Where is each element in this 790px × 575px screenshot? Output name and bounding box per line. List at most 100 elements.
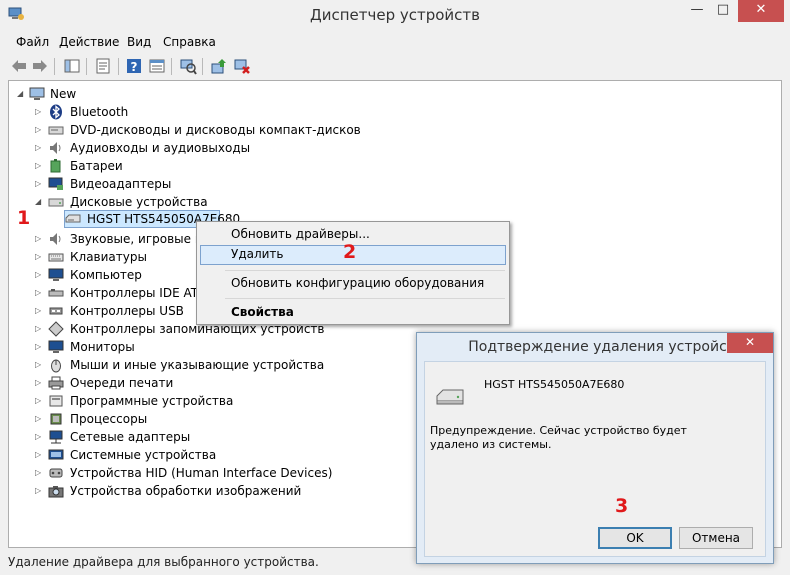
- tree-item-label: Компьютер: [70, 268, 142, 282]
- scan-hardware-icon[interactable]: [179, 57, 197, 75]
- hard-disk-icon: [436, 389, 464, 405]
- speaker-icon: [50, 142, 61, 154]
- expand-arrow-icon[interactable]: ▷: [35, 107, 43, 117]
- menu-item-update-driver[interactable]: Обновить драйверы...: [231, 227, 370, 241]
- expand-arrow-icon[interactable]: ▷: [35, 306, 43, 316]
- toolbar-separator: [171, 58, 172, 75]
- tree-item-label: Программные устройства: [70, 394, 234, 408]
- computer-icon: [48, 268, 64, 281]
- cancel-button[interactable]: Отмена: [679, 527, 753, 549]
- tree-item-label: DVD-дисководы и дисководы компакт-дисков: [70, 123, 361, 137]
- tree-item-label: Сетевые адаптеры: [70, 430, 191, 444]
- expand-arrow-icon[interactable]: ▷: [35, 450, 43, 460]
- mouse-icon: [51, 359, 61, 373]
- tree-item-label: Мониторы: [70, 340, 135, 354]
- system-device-icon: [48, 449, 64, 460]
- camera-icon: [48, 486, 64, 498]
- uninstall-icon[interactable]: [233, 57, 251, 75]
- keyboard-icon: [48, 253, 64, 262]
- menu-help[interactable]: Справка: [163, 35, 216, 49]
- network-adapter-icon: [49, 430, 63, 444]
- tree-item-label: Мыши и иные указывающие устройства: [70, 358, 325, 372]
- expand-arrow-icon[interactable]: ▷: [35, 270, 43, 280]
- expand-arrow-icon[interactable]: ▷: [35, 414, 43, 424]
- usb-icon: [49, 307, 63, 315]
- show-hide-tree-icon[interactable]: [63, 57, 81, 75]
- step-marker-3: 3: [615, 495, 629, 517]
- expand-arrow-icon[interactable]: ▷: [35, 468, 43, 478]
- hard-disk-icon: [65, 214, 81, 223]
- dialog-body: HGST HTS545050A7E680 Предупреждение. Сей…: [424, 361, 766, 557]
- expand-arrow-icon[interactable]: ▷: [35, 486, 43, 496]
- help-icon[interactable]: ?: [125, 57, 143, 75]
- dialog-device-name: HGST HTS545050A7E680: [484, 378, 625, 391]
- ok-button[interactable]: OK: [598, 527, 672, 549]
- confirm-uninstall-dialog: Подтверждение удаления устройства ✕ HGST…: [416, 332, 774, 564]
- expand-arrow-icon[interactable]: ▷: [35, 396, 43, 406]
- tree-item-label: Контроллеры USB: [70, 304, 184, 318]
- minimize-button[interactable]: —: [684, 0, 710, 22]
- expand-arrow-icon[interactable]: ▷: [35, 432, 43, 442]
- toolbar: ?: [8, 56, 782, 78]
- tree-item-label: Аудиовходы и аудиовыходы: [70, 141, 251, 155]
- ide-controller-icon: [48, 289, 64, 297]
- battery-icon: [50, 159, 61, 173]
- expand-arrow-icon[interactable]: ▷: [35, 143, 43, 153]
- svg-text:?: ?: [131, 60, 138, 74]
- expand-arrow-icon[interactable]: ▷: [35, 324, 43, 334]
- menu-separator: [225, 298, 505, 299]
- step-marker-1: 1: [17, 207, 31, 229]
- computer-icon: [29, 87, 45, 100]
- tree-root-label: New: [50, 87, 77, 101]
- view-icon[interactable]: [148, 57, 166, 75]
- collapse-arrow-icon[interactable]: ◢: [17, 89, 25, 99]
- title-bar[interactable]: Диспетчер устройств — □ ✕: [0, 0, 790, 30]
- update-driver-icon[interactable]: [210, 57, 228, 75]
- hid-icon: [49, 468, 63, 478]
- dialog-close-button[interactable]: ✕: [727, 333, 773, 353]
- tree-item-label: Процессоры: [70, 412, 148, 426]
- expand-arrow-icon[interactable]: ▷: [35, 234, 43, 244]
- tree-item-label: Видеоадаптеры: [70, 177, 172, 191]
- expand-arrow-icon[interactable]: ▷: [35, 378, 43, 388]
- dialog-warning-text: Предупреждение. Сейчас устройство будет …: [430, 424, 687, 451]
- expand-arrow-icon[interactable]: ▷: [35, 288, 43, 298]
- dialog-title: Подтверждение удаления устройства: [468, 339, 752, 355]
- expand-arrow-icon[interactable]: ▷: [35, 252, 43, 262]
- close-button[interactable]: ✕: [738, 0, 784, 22]
- tree-item-label: Устройства обработки изображений: [70, 484, 302, 498]
- window-title: Диспетчер устройств: [309, 6, 480, 24]
- expand-arrow-icon[interactable]: ▷: [35, 342, 43, 352]
- menu-separator: [225, 270, 505, 271]
- device-manager-window: Диспетчер устройств — □ ✕ Файл Действие …: [0, 0, 790, 575]
- expand-arrow-icon[interactable]: ▷: [35, 125, 43, 135]
- menu-item-delete[interactable]: Удалить: [231, 247, 284, 261]
- maximize-button[interactable]: □: [710, 0, 736, 22]
- dvd-drive-icon: [48, 126, 64, 135]
- tree-item-label: Системные устройства: [70, 448, 217, 462]
- back-arrow-icon[interactable]: [10, 57, 28, 75]
- status-text: Удаление драйвера для выбранного устройс…: [8, 555, 319, 569]
- tree-item-label: Очереди печати: [70, 376, 174, 390]
- expand-arrow-icon[interactable]: ▷: [35, 360, 43, 370]
- tree-item-label: Звуковые, игровые и в: [70, 232, 214, 246]
- collapse-arrow-icon[interactable]: ◢: [35, 197, 43, 207]
- tree-item-label: Клавиатуры: [70, 250, 147, 264]
- menu-view[interactable]: Вид: [127, 35, 151, 49]
- properties-icon[interactable]: [94, 57, 112, 75]
- forward-arrow-icon[interactable]: [31, 57, 49, 75]
- step-marker-2: 2: [343, 241, 357, 263]
- tree-item-label: Контроллеры IDE ATA/: [70, 286, 210, 300]
- monitor-icon: [48, 340, 64, 353]
- expand-arrow-icon[interactable]: ▷: [35, 161, 43, 171]
- disk-drive-icon: [48, 198, 64, 207]
- menu-action[interactable]: Действие: [59, 35, 119, 49]
- menu-item-scan-hardware[interactable]: Обновить конфигурацию оборудования: [231, 276, 484, 290]
- toolbar-separator: [118, 58, 119, 75]
- menu-item-properties[interactable]: Свойства: [231, 305, 294, 319]
- menu-file[interactable]: Файл: [16, 35, 49, 49]
- tree-item-label: Устройства HID (Human Interface Devices): [70, 466, 333, 480]
- toolbar-separator: [202, 58, 203, 75]
- expand-arrow-icon[interactable]: ▷: [35, 179, 43, 189]
- tree-item-label: Батареи: [70, 159, 123, 173]
